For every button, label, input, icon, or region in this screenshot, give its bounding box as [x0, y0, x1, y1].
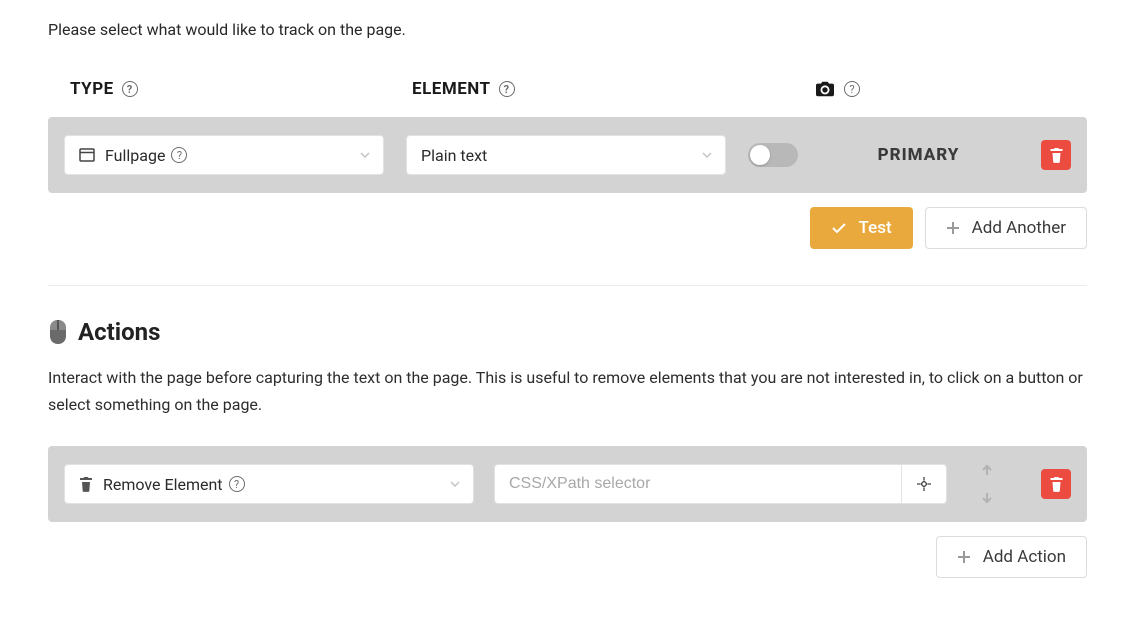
window-icon: [79, 148, 95, 162]
help-icon[interactable]: ?: [499, 81, 515, 97]
chevron-down-icon: [701, 151, 713, 159]
delete-action-button[interactable]: [1041, 469, 1071, 499]
camera-icon: [814, 80, 836, 98]
arrow-up-icon[interactable]: [980, 464, 994, 476]
tracking-column-headers: TYPE ? ELEMENT ? ?: [48, 79, 1087, 117]
tracking-buttons-row: Test Add Another: [48, 207, 1087, 249]
delete-row-button[interactable]: [1041, 140, 1071, 170]
action-row: Remove Element ?: [48, 446, 1087, 522]
test-button[interactable]: Test: [810, 207, 913, 249]
chevron-down-icon: [449, 480, 461, 488]
primary-badge: PRIMARY: [832, 145, 1005, 165]
chevron-down-icon: [359, 151, 371, 159]
trash-icon: [1049, 147, 1064, 163]
trash-icon: [1049, 476, 1064, 492]
help-icon[interactable]: ?: [844, 81, 860, 97]
actions-heading: Actions: [48, 318, 1087, 346]
actions-heading-text: Actions: [78, 318, 160, 346]
add-action-button-label: Add Action: [983, 547, 1066, 567]
test-button-label: Test: [859, 218, 892, 238]
action-type-select[interactable]: Remove Element ?: [64, 464, 474, 504]
selector-input[interactable]: [494, 464, 901, 504]
tracking-intro: Please select what would like to track o…: [48, 20, 1087, 39]
type-select[interactable]: Fullpage ?: [64, 135, 384, 175]
toggle-knob: [750, 145, 770, 165]
column-screenshot-header: ?: [814, 80, 1005, 98]
add-action-button[interactable]: Add Action: [936, 536, 1087, 578]
help-icon[interactable]: ?: [122, 81, 138, 97]
column-type-header: TYPE ?: [70, 79, 412, 99]
mouse-icon: [48, 319, 68, 345]
screenshot-toggle[interactable]: [748, 143, 798, 167]
help-icon[interactable]: ?: [229, 476, 245, 492]
element-select[interactable]: Plain text: [406, 135, 726, 175]
crosshair-icon: [916, 476, 932, 492]
type-select-value: Fullpage: [105, 146, 165, 165]
plus-icon: [957, 550, 971, 564]
selector-picker-button[interactable]: [901, 464, 947, 504]
actions-description: Interact with the page before capturing …: [48, 364, 1087, 418]
help-icon[interactable]: ?: [171, 147, 187, 163]
add-another-button[interactable]: Add Another: [925, 207, 1087, 249]
section-divider: [48, 285, 1087, 286]
action-type-value: Remove Element: [103, 475, 223, 494]
trash-icon: [79, 476, 93, 492]
selector-input-group: [494, 464, 947, 504]
check-icon: [831, 222, 847, 234]
arrow-down-icon[interactable]: [980, 492, 994, 504]
element-select-value: Plain text: [421, 146, 487, 165]
tracking-row: Fullpage ? Plain text PRIMARY: [48, 117, 1087, 193]
column-element-header: ELEMENT ?: [412, 79, 754, 99]
reorder-handles: [967, 464, 1007, 504]
add-another-button-label: Add Another: [972, 218, 1066, 238]
column-type-label: TYPE: [70, 79, 114, 99]
plus-icon: [946, 221, 960, 235]
column-element-label: ELEMENT: [412, 79, 491, 99]
actions-buttons-row: Add Action: [48, 536, 1087, 578]
